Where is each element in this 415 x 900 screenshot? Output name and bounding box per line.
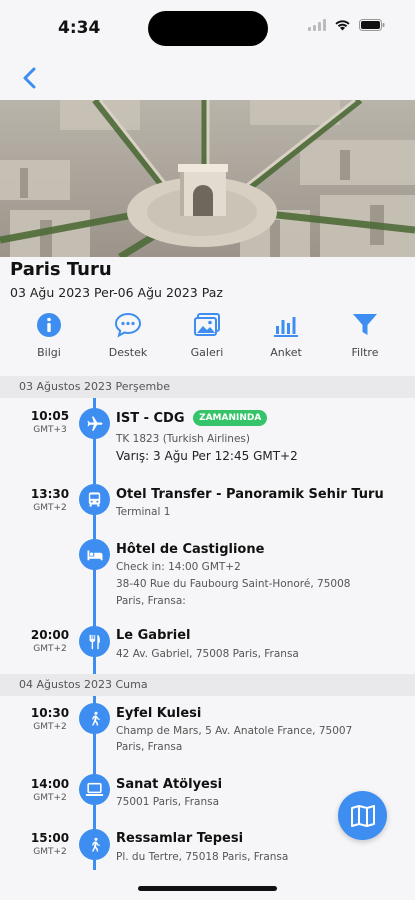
walking-icon [91,837,100,852]
trip-title: Paris Turu [10,259,112,280]
home-indicator [138,886,277,891]
system-icons [308,19,385,31]
poll-label: Anket [270,346,302,359]
event-time: 10:05 GMT+3 [20,409,80,435]
gallery-icon [194,313,220,336]
dynamic-island [148,11,268,46]
event-card[interactable]: IST - CDG ZAMANINDA [116,410,268,426]
event-time: 14:00 GMT+2 [20,777,80,803]
info-button[interactable]: Bilgi [14,310,84,359]
chat-icon [114,312,142,338]
plane-icon [87,416,102,431]
filter-button[interactable]: Filtre [330,310,400,359]
info-label: Bilgi [37,346,61,359]
event-title[interactable]: Eyfel Kulesi [116,706,201,721]
event-time-value: 15:00 [30,831,70,845]
event-detail: Champ de Mars, 5 Av. Anatole France, 750… [116,725,353,737]
event-title[interactable]: Ressamlar Tepesi [116,831,243,846]
back-chevron-icon[interactable] [18,66,42,90]
arrival-info: Varış: 3 Ağu Per 12:45 GMT+2 [116,449,298,463]
gallery-label: Galeri [190,346,224,359]
status-bar: 4:34 [0,0,415,56]
event-time: 20:00 GMT+2 [20,628,80,654]
arrival-label: Varış: [116,449,150,463]
status-time: 4:34 [58,18,101,38]
info-icon [37,313,61,337]
day-header: 04 Ağustos 2023 Cuma [0,674,415,696]
event-detail: Check in: 14:00 GMT+2 [116,561,241,573]
bus-icon [88,492,101,507]
event-title: IST - CDG [116,411,185,426]
event-time: 15:00 GMT+2 [20,831,80,857]
event-time-value: 20:00 [30,628,70,642]
event-title[interactable]: Hôtel de Castiglione [116,542,264,557]
event-address-cont: Paris, Fransa [116,741,183,753]
action-bar: Bilgi Destek Galeri Anket Filtre [0,310,415,366]
event-address: 38-40 Rue du Faubourg Saint-Honoré, 7500… [116,578,351,590]
trip-dates: 03 Ağu 2023 Per-06 Ağu 2023 Paz [10,285,223,300]
status-badge: ZAMANINDA [193,410,268,426]
support-button[interactable]: Destek [93,310,163,359]
event-icon-badge [79,626,110,657]
event-time: 10:30 GMT+2 [20,706,80,732]
support-label: Destek [108,346,148,359]
map-button[interactable] [338,791,387,840]
event-icon-badge [79,703,110,734]
event-icon-badge [79,829,110,860]
event-time-value: 14:00 [30,777,70,791]
event-icon-badge [79,774,110,805]
battery-icon [359,19,385,31]
poll-button[interactable]: Anket [251,310,321,359]
event-timezone: GMT+2 [33,644,67,654]
arrival-value: 3 Ağu Per 12:45 GMT+2 [153,449,298,463]
filter-icon [353,314,377,335]
event-timezone: GMT+3 [33,425,67,435]
event-title[interactable]: Otel Transfer - Panoramik Sehir Turu [116,487,384,502]
event-timezone: GMT+2 [33,722,67,732]
event-time-value: 10:30 [30,706,70,720]
event-time-value: 10:05 [30,409,70,423]
bed-icon [87,550,102,560]
event-time: 13:30 GMT+2 [20,487,80,513]
laptop-icon [85,782,104,796]
event-timezone: GMT+2 [33,503,67,513]
filter-label: Filtre [351,346,379,359]
event-detail: 42 Av. Gabriel, 75008 Paris, Fransa [116,648,299,660]
event-address-cont: Paris, Fransa: [116,595,186,607]
event-timezone: GMT+2 [33,847,67,857]
map-icon [350,804,375,827]
walking-icon [91,711,100,726]
event-icon-badge [79,484,110,515]
restaurant-icon [89,634,100,649]
nav-bar [0,56,415,100]
day-header-label: 03 Ağustos 2023 Perşembe [19,380,170,393]
event-title[interactable]: Le Gabriel [116,628,191,643]
event-detail: TK 1823 (Turkish Airlines) [116,433,250,445]
signal-icon [308,19,326,31]
event-detail: Terminal 1 [116,506,171,518]
hero-image [0,100,415,257]
gallery-button[interactable]: Galeri [172,310,242,359]
event-icon-badge [79,408,110,439]
event-title[interactable]: Sanat Atölyesi [116,777,222,792]
event-icon-badge [79,539,110,570]
poll-icon [274,317,298,337]
wifi-icon [335,20,350,31]
event-detail: Pl. du Tertre, 75018 Paris, Fransa [116,851,289,863]
day-header: 03 Ağustos 2023 Perşembe [0,376,415,398]
event-time-value: 13:30 [30,487,70,501]
day-header-label: 04 Ağustos 2023 Cuma [19,678,148,691]
event-timezone: GMT+2 [33,793,67,803]
